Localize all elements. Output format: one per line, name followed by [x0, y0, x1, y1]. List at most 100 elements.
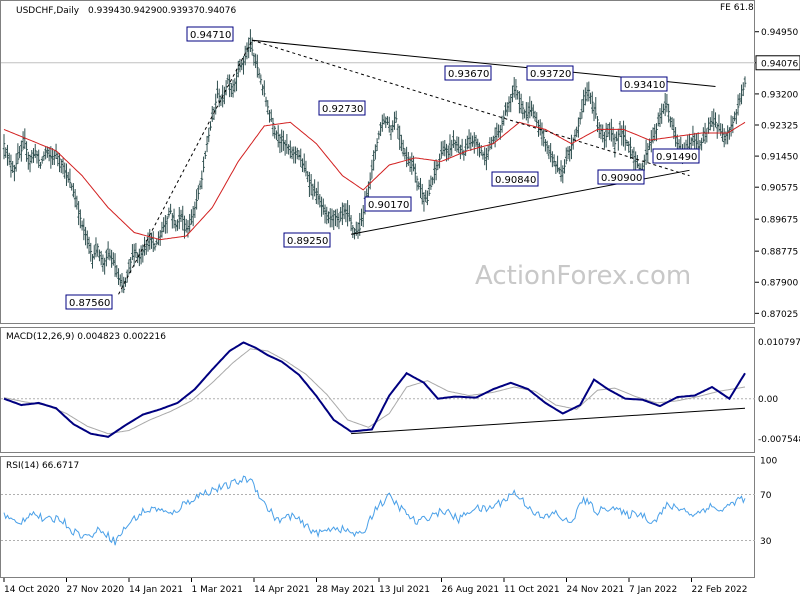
ohlc-bar — [467, 129, 471, 149]
ohlc-bar — [273, 125, 277, 139]
price-annotation-label: 0.94710 — [190, 30, 231, 41]
ohlc-bar — [564, 147, 568, 165]
ohlc-bar — [433, 161, 436, 184]
ohlc-bar — [306, 171, 309, 183]
ohlc-bar — [396, 123, 400, 139]
ohlc-bar — [275, 130, 278, 140]
ohlc-bar — [42, 151, 46, 161]
ohlc-bar — [552, 154, 556, 167]
ohlc-bar — [290, 146, 294, 160]
ohlc-bar — [381, 114, 384, 132]
ohlc-bar — [171, 213, 174, 229]
ohlc-bar — [736, 94, 740, 116]
ohlc-bar — [202, 156, 205, 173]
price-y-tick-label: 0.93200 — [761, 90, 798, 100]
ohlc-bar — [519, 93, 523, 114]
ohlc-bar — [205, 135, 209, 153]
ohlc-bar — [131, 244, 134, 261]
price-y-tick-label: 0.94076 — [761, 59, 798, 69]
ohlc-bar — [49, 146, 53, 169]
ohlc-bar — [551, 151, 554, 168]
ohlc-bar — [337, 213, 341, 230]
ohlc-bar — [174, 220, 178, 232]
ohlc-bar — [197, 185, 200, 200]
ohlc-bar — [320, 196, 323, 217]
ohlc-bar — [181, 205, 185, 231]
ohlc-bar — [136, 252, 139, 264]
fibonacci-label: FE 61.8 — [720, 3, 754, 13]
x-tick-label: 14 Oct 2020 — [4, 585, 60, 595]
ohlc-bar — [351, 224, 355, 239]
ohlc-bar — [299, 148, 303, 168]
ohlc-bar — [644, 139, 648, 165]
ohlc-bar — [735, 109, 738, 125]
ohlc-bar — [568, 145, 572, 162]
ohlc-bar — [148, 229, 152, 250]
ohlc-bar — [144, 240, 148, 255]
ohlc-bar — [741, 82, 745, 97]
ohlc-bar — [389, 125, 393, 141]
ohlc-bar — [210, 106, 214, 122]
ohlc-bar — [611, 126, 615, 147]
ohlc-bar — [91, 254, 94, 269]
ohlc-bar — [6, 144, 9, 166]
ohlc-bar — [226, 74, 230, 85]
price-annotation: 0.90170 — [364, 196, 412, 212]
rsi-plot — [1, 475, 755, 546]
ohlc-bar — [235, 69, 238, 92]
price-header-close: 0.94076 — [199, 6, 236, 16]
rsi-panel-title: RSI(14) 66.6717 — [6, 461, 79, 471]
ohlc-bar — [7, 152, 11, 166]
ohlc-bar — [204, 150, 207, 160]
ohlc-bar — [634, 151, 637, 171]
ohlc-bar — [167, 207, 171, 218]
ohlc-bar — [172, 208, 176, 229]
price-annotation-label: 0.90900 — [601, 173, 642, 184]
ohlc-bar — [224, 80, 228, 96]
ohlc-bar — [393, 111, 396, 130]
x-tick-label: 22 Feb 2022 — [692, 585, 748, 595]
x-tick-label: 11 Oct 2021 — [504, 585, 560, 595]
x-tick-label: 26 Aug 2021 — [442, 585, 500, 595]
ohlc-bar — [407, 151, 410, 166]
x-tick-label: 27 Nov 2020 — [67, 585, 125, 595]
ohlc-bar — [597, 122, 601, 139]
ohlc-bar — [691, 125, 695, 146]
price-annotation: 0.91490 — [652, 148, 700, 164]
ohlc-bar — [65, 163, 68, 187]
ohlc-bar — [592, 102, 596, 122]
ohlc-bar — [528, 96, 532, 119]
ohlc-bar — [292, 146, 296, 164]
ohlc-bar — [70, 183, 73, 191]
price-annotation-label: 0.87560 — [69, 298, 110, 309]
macd-trendline — [351, 407, 746, 435]
ohlc-bar — [516, 90, 519, 100]
macd-signal-line — [3, 348, 746, 435]
ohlc-bar — [61, 158, 65, 175]
x-tick-label: 7 Jan 2022 — [629, 585, 677, 595]
x-tick-label: 24 Nov 2021 — [567, 585, 625, 595]
price-annotation-label: 0.93410 — [624, 80, 665, 91]
ohlc-bar — [653, 124, 657, 142]
price-y-tick-label: 0.94950 — [761, 28, 798, 38]
ohlc-bar — [315, 187, 318, 205]
price-header-high: 0.94290 — [125, 6, 162, 16]
ohlc-bar — [471, 135, 474, 147]
ohlc-bar — [708, 117, 712, 131]
ohlc-bar — [705, 128, 709, 143]
ohlc-bar — [193, 201, 197, 218]
ohlc-bar — [441, 140, 445, 156]
ohlc-bar — [622, 120, 625, 147]
price-annotation-label: 0.91490 — [656, 152, 697, 163]
price-header-low: 0.93937 — [162, 6, 199, 16]
ohlc-bar — [518, 91, 521, 114]
ohlc-bar — [485, 147, 488, 171]
ohlc-bar — [217, 88, 221, 108]
x-tick-label: 14 Apr 2021 — [254, 585, 310, 595]
ohlc-bar — [429, 175, 433, 190]
ohlc-bar — [165, 215, 169, 234]
ohlc-bar — [594, 97, 598, 119]
ohlc-bar — [150, 232, 153, 249]
ohlc-bar — [584, 87, 587, 106]
ohlc-bar — [21, 131, 25, 150]
